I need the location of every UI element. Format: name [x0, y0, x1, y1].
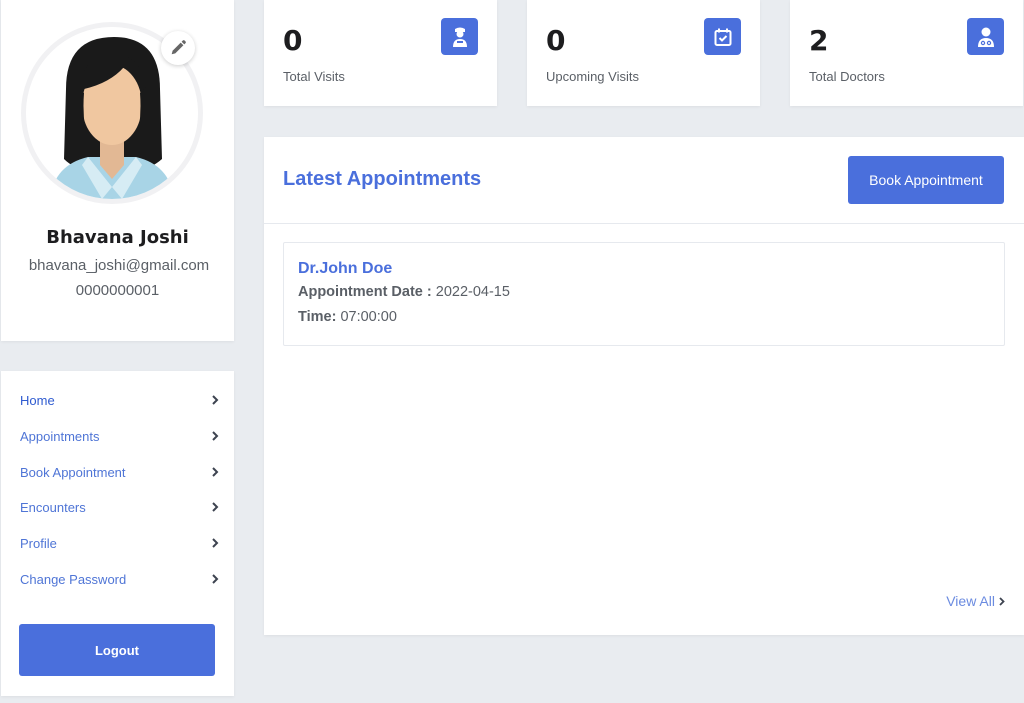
profile-phone: 0000000001 — [75, 282, 160, 299]
stat-value: 0 — [283, 24, 303, 57]
profile-name: Bhavana Joshi — [46, 227, 189, 248]
sidebar-item-label: Appointments — [20, 428, 100, 444]
logout-button[interactable]: Logout — [19, 624, 215, 676]
appointment-time-value: 07:00:00 — [340, 309, 397, 325]
calendar-check-icon — [704, 18, 741, 55]
sidebar-item-label: Home — [20, 392, 55, 408]
profile-card: Bhavana Joshi bhavana_joshi@gmail.com 00… — [1, 0, 234, 341]
view-all-link[interactable]: View All — [946, 593, 1005, 609]
sidebar-item-label: Book Appointment — [20, 464, 126, 480]
chevron-right-icon — [210, 538, 220, 548]
stat-label: Total Visits — [283, 69, 345, 84]
chevron-right-icon — [210, 395, 220, 405]
user-doctor-icon — [967, 18, 1004, 55]
sidebar-item-book-appointment[interactable]: Book Appointment — [20, 462, 220, 482]
chevron-right-icon — [999, 593, 1005, 609]
doctor-name-link[interactable]: Dr.John Doe — [298, 260, 392, 278]
chevron-right-icon — [210, 502, 220, 512]
chevron-right-icon — [210, 431, 220, 441]
pencil-icon — [171, 40, 186, 55]
appointment-item: Dr.John Doe Appointment Date : 2022-04-1… — [283, 242, 1005, 346]
appointment-date-label: Appointment Date : — [298, 284, 432, 300]
sidebar-item-profile[interactable]: Profile — [20, 533, 220, 553]
stat-label: Total Doctors — [809, 69, 885, 84]
sidebar-nav: Home Appointments Book Appointment Encou… — [1, 371, 234, 696]
stat-card-upcoming-visits: 0 Upcoming Visits — [527, 0, 760, 106]
section-title: Latest Appointments — [283, 168, 482, 190]
divider — [264, 223, 1024, 224]
appointment-date-value: 2022-04-15 — [435, 284, 510, 300]
sidebar-item-appointments[interactable]: Appointments — [20, 426, 220, 446]
sidebar-item-label: Change Password — [20, 571, 127, 587]
sidebar-item-label: Encounters — [20, 499, 86, 515]
stat-card-total-visits: 0 Total Visits — [264, 0, 497, 106]
appointment-time-row: Time: 07:00:00 — [298, 309, 397, 325]
appointment-date-row: Appointment Date : 2022-04-15 — [298, 284, 510, 300]
sidebar-item-home[interactable]: Home — [20, 390, 220, 410]
profile-email: bhavana_joshi@gmail.com — [28, 257, 210, 274]
edit-avatar-button[interactable] — [161, 31, 195, 65]
book-appointment-button[interactable]: Book Appointment — [848, 156, 1004, 204]
stat-label: Upcoming Visits — [546, 69, 639, 84]
view-all-label: View All — [946, 593, 995, 609]
sidebar-item-label: Profile — [20, 535, 57, 551]
sidebar-item-encounters[interactable]: Encounters — [20, 497, 220, 517]
sidebar-item-change-password[interactable]: Change Password — [20, 569, 220, 589]
latest-appointments-card: Latest Appointments Book Appointment Dr.… — [264, 137, 1024, 635]
chevron-right-icon — [210, 574, 220, 584]
chevron-right-icon — [210, 467, 220, 477]
appointment-time-label: Time: — [298, 309, 337, 325]
stat-value: 0 — [546, 24, 566, 57]
stat-value: 2 — [809, 24, 829, 57]
doctor-visit-icon — [441, 18, 478, 55]
stat-card-total-doctors: 2 Total Doctors — [790, 0, 1023, 106]
